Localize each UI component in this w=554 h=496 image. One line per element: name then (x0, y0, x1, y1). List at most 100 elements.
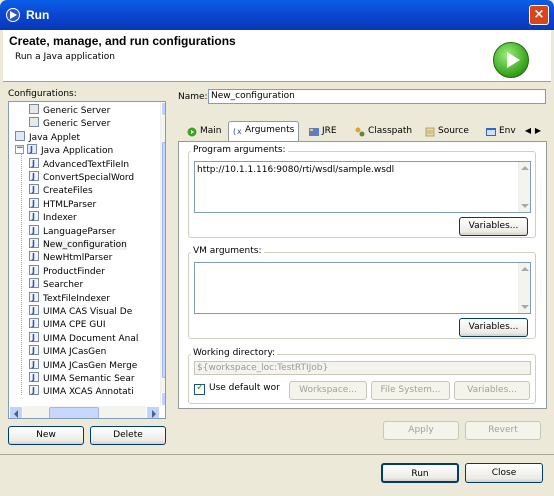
new-button[interactable]: New (8, 426, 84, 445)
main-tab-icon (187, 127, 197, 137)
tree-item[interactable]: ProductFinder (29, 264, 105, 278)
close-window-button[interactable]: × (529, 5, 549, 25)
tree-item[interactable]: Generic Server (29, 104, 110, 117)
tree-vertical-scrollbar[interactable] (160, 102, 165, 406)
vm-arguments-scrollbar[interactable] (518, 263, 530, 313)
tab-arguments-label: Arguments (245, 125, 295, 135)
tab-scroll-right-icon[interactable]: ▶ (533, 124, 543, 138)
title-bar[interactable]: Run × (0, 0, 554, 30)
run-app-icon (6, 8, 20, 22)
tree-item[interactable]: UIMA CAS Visual De (29, 304, 133, 318)
java-class-icon (29, 197, 39, 210)
footer-divider (0, 454, 554, 455)
use-default-label: Use default wor (209, 383, 280, 393)
scroll-down-icon[interactable] (161, 392, 165, 406)
scroll-up-icon[interactable] (161, 102, 165, 116)
tree-item-label: AdvancedTextFileIn (43, 159, 130, 170)
java-class-icon (29, 264, 39, 277)
server-icon (29, 104, 39, 114)
run-button[interactable]: Run (381, 463, 459, 483)
tree-item[interactable]: UIMA Document Anal (29, 331, 139, 345)
working-variables-button[interactable]: Variables... (454, 381, 530, 400)
close-button[interactable]: Close (465, 463, 543, 483)
tree-item-label: UIMA JCasGen Merge (43, 360, 138, 371)
tree-item[interactable]: Java Applet (15, 130, 81, 144)
tab-arguments[interactable]: (x) Arguments (228, 121, 300, 142)
tree-item[interactable]: New_configuration (29, 237, 127, 251)
configurations-tree[interactable]: Generic Server Generic Server Java Applet J… (8, 101, 166, 419)
tree-item-label: UIMA CAS Visual De (43, 307, 133, 317)
tree-item[interactable]: UIMA XCAS Annotati (29, 384, 134, 398)
tree-item[interactable]: Java Application (15, 142, 114, 157)
java-class-icon (29, 277, 39, 290)
environment-tab-icon (486, 128, 496, 136)
tree-item[interactable]: UIMA JCasGen Merge (29, 358, 138, 372)
tree-item[interactable]: NewHtmlParser (29, 250, 113, 264)
java-class-icon (29, 237, 39, 250)
tree-item[interactable]: CreateFiles (29, 183, 93, 197)
tree-horizontal-scrollbar[interactable] (9, 406, 160, 418)
scroll-right-icon[interactable] (146, 406, 160, 418)
tree-item-label: Generic Server (43, 106, 111, 116)
tree-item-label: UIMA Document Anal (43, 333, 139, 344)
tab-scroll-left-icon[interactable]: ◀ (523, 124, 533, 138)
tree-connector-line (21, 154, 22, 396)
vm-arguments-label: VM arguments: (191, 246, 264, 256)
vm-variables-button[interactable]: Variables... (459, 318, 528, 337)
scroll-thumb[interactable] (162, 142, 165, 378)
working-directory-label: Working directory: (191, 348, 278, 358)
tree-item[interactable]: AdvancedTextFileIn (29, 157, 130, 171)
scroll-left-icon[interactable] (9, 406, 23, 418)
tree-item-label: NewHtmlParser (43, 253, 113, 264)
delete-button[interactable]: Delete (90, 426, 166, 445)
revert-button[interactable]: Revert (465, 421, 541, 440)
tab-jre-label: JRE (322, 126, 337, 136)
tree-item[interactable]: Indexer (29, 210, 77, 224)
tree-item[interactable]: ConvertSpecialWord (29, 170, 135, 184)
name-input[interactable]: New_configuration (208, 89, 546, 104)
java-app-icon (27, 143, 37, 156)
tree-item[interactable]: HTMLParser (29, 197, 96, 211)
tree-item[interactable]: UIMA JCasGen (29, 344, 106, 358)
workspace-button[interactable]: Workspace... (289, 381, 367, 400)
scroll-down-icon[interactable] (521, 305, 529, 309)
tree-item-label: Searcher (43, 280, 84, 291)
tab-bar: Main (x) Arguments JRE Classpath Source … (178, 121, 547, 142)
vm-arguments-input[interactable] (194, 262, 531, 314)
dialog-header: Create, manage, and run configurations R… (3, 30, 551, 82)
scroll-up-icon[interactable] (521, 267, 529, 271)
file-system-button[interactable]: File System... (371, 381, 450, 400)
tab-main[interactable]: Main (184, 123, 222, 141)
program-variables-button[interactable]: Variables... (459, 217, 528, 236)
scroll-up-icon[interactable] (521, 166, 529, 170)
tree-item[interactable]: Generic Server (29, 117, 110, 130)
tree-item[interactable]: TextFileIndexer (29, 291, 110, 305)
java-class-icon (29, 371, 39, 384)
tab-environment[interactable]: Env (483, 123, 516, 141)
tree-item-label: CreateFiles (43, 186, 93, 197)
java-class-icon (29, 304, 39, 317)
apply-button[interactable]: Apply (383, 421, 459, 440)
tree-item[interactable]: LanguageParser (29, 224, 116, 238)
tree-item-label: Indexer (43, 213, 77, 224)
tree-item-label: Java Application (41, 146, 114, 157)
scroll-down-icon[interactable] (521, 204, 529, 208)
tree-item[interactable]: Searcher (29, 277, 84, 291)
java-class-icon (29, 344, 39, 357)
tree-item-label: New_configuration (43, 240, 127, 250)
collapse-icon[interactable] (15, 142, 24, 155)
program-arguments-input[interactable]: http://10.1.1.116:9080/rti/wsdl/sample.w… (194, 161, 531, 213)
program-arguments-scrollbar[interactable] (518, 162, 530, 212)
scroll-thumb-horizontal[interactable] (49, 407, 99, 418)
use-default-checkbox[interactable] (194, 382, 205, 395)
tree-item[interactable]: UIMA CPE GUI (29, 317, 106, 331)
tab-jre[interactable]: JRE (306, 123, 337, 141)
tree-item[interactable]: UIMA Semantic Sear (29, 371, 135, 385)
source-tab-icon (425, 127, 435, 137)
java-class-icon (29, 358, 39, 371)
tab-classpath[interactable]: Classpath (352, 123, 412, 141)
tree-item-label: Java Applet (29, 132, 81, 143)
tab-source[interactable]: Source (422, 123, 469, 141)
working-directory-input[interactable]: ${workspace_loc:TestRTIJob} (194, 361, 531, 375)
tree-item-label: ConvertSpecialWord (43, 173, 135, 183)
